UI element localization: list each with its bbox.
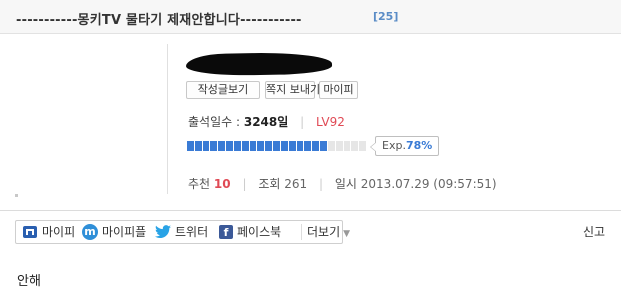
share-bar: 마이피 m 마이피플 트위터 f 페이스북 더보기 ▼	[15, 220, 350, 244]
more-share-dropdown[interactable]: 더보기 ▼	[307, 221, 350, 243]
more-label: 더보기	[307, 225, 341, 239]
exp-segment	[351, 141, 359, 151]
exp-percent: 78%	[405, 139, 433, 152]
divider: |	[300, 115, 305, 129]
share-mypi-label: 마이피	[42, 225, 76, 239]
level-badge: LV92	[316, 115, 345, 129]
attendance-row: 출석일수 : 3248일 | LV92	[188, 113, 345, 130]
share-divider	[301, 224, 302, 240]
recommend-count: 10	[213, 177, 231, 191]
view-posts-button[interactable]: 작성글보기	[186, 81, 260, 99]
section-divider	[0, 210, 621, 211]
exp-progress-bar	[187, 141, 367, 151]
exp-segment	[296, 141, 304, 151]
exp-tooltip: Exp.78%	[369, 136, 440, 156]
exp-segment	[288, 141, 296, 151]
post-date: 2013.07.29 (09:57:51)	[360, 177, 497, 191]
share-twitter-label: 트위터	[175, 225, 209, 239]
exp-segment	[312, 141, 320, 151]
mypeople-icon: m	[82, 223, 98, 240]
recommend-label: 추천	[188, 177, 211, 191]
exp-segment	[335, 141, 343, 151]
share-mypeople-button[interactable]: m 마이피플	[82, 221, 146, 243]
views-label: 조회	[258, 177, 281, 191]
exp-segment	[218, 141, 226, 151]
exp-segment	[249, 141, 257, 151]
exp-segment	[304, 141, 312, 151]
exp-segment	[202, 141, 210, 151]
attendance-label: 출석일수 :	[188, 115, 241, 129]
chevron-down-icon: ▼	[343, 229, 351, 239]
exp-label: Exp.	[382, 139, 406, 152]
exp-segment	[273, 141, 280, 151]
report-button[interactable]: 신고	[583, 223, 605, 240]
exp-segment	[265, 141, 273, 151]
exp-segment	[280, 141, 288, 151]
send-message-button[interactable]: 쪽지 보내기	[265, 81, 320, 99]
post-meta: 추천 10 | 조회 261 | 일시 2013.07.29 (09:57:51…	[188, 175, 497, 192]
views-count: 261	[284, 177, 308, 191]
exp-segment	[257, 141, 265, 151]
post-body: 안해	[17, 274, 41, 289]
exp-segment	[210, 141, 218, 151]
share-twitter-button[interactable]: 트위터	[155, 221, 208, 243]
post-title-bar: -----------몽키TV 물타기 제재안합니다----------- [2…	[0, 0, 621, 34]
exp-segment	[320, 141, 327, 151]
divider: |	[242, 177, 247, 191]
exp-segment	[343, 141, 351, 151]
exp-segment	[327, 141, 335, 151]
share-mypeople-label: 마이피플	[102, 225, 147, 239]
mypi-icon	[23, 225, 37, 238]
comment-count[interactable]: [25]	[373, 10, 398, 23]
exp-segment	[233, 141, 241, 151]
exp-segment	[194, 141, 202, 151]
facebook-icon: f	[219, 224, 233, 239]
avatar-placeholder	[15, 194, 18, 197]
profile-divider	[167, 44, 168, 194]
exp-segment	[241, 141, 249, 151]
share-mypi-button[interactable]: 마이피	[22, 221, 75, 243]
divider: |	[318, 177, 324, 191]
exp-segment	[226, 141, 233, 151]
date-label: 일시	[334, 177, 357, 191]
post-title: -----------몽키TV 물타기 제재안합니다-----------	[16, 13, 302, 28]
share-facebook-button[interactable]: f 페이스북	[219, 221, 281, 243]
exp-segment	[187, 141, 194, 151]
exp-segment	[359, 141, 367, 151]
share-facebook-label: 페이스북	[237, 225, 282, 239]
author-name-redacted	[185, 51, 333, 77]
attendance-value: 3248일	[243, 115, 289, 129]
twitter-icon	[155, 224, 171, 238]
mypi-button[interactable]: 마이피	[319, 81, 358, 99]
